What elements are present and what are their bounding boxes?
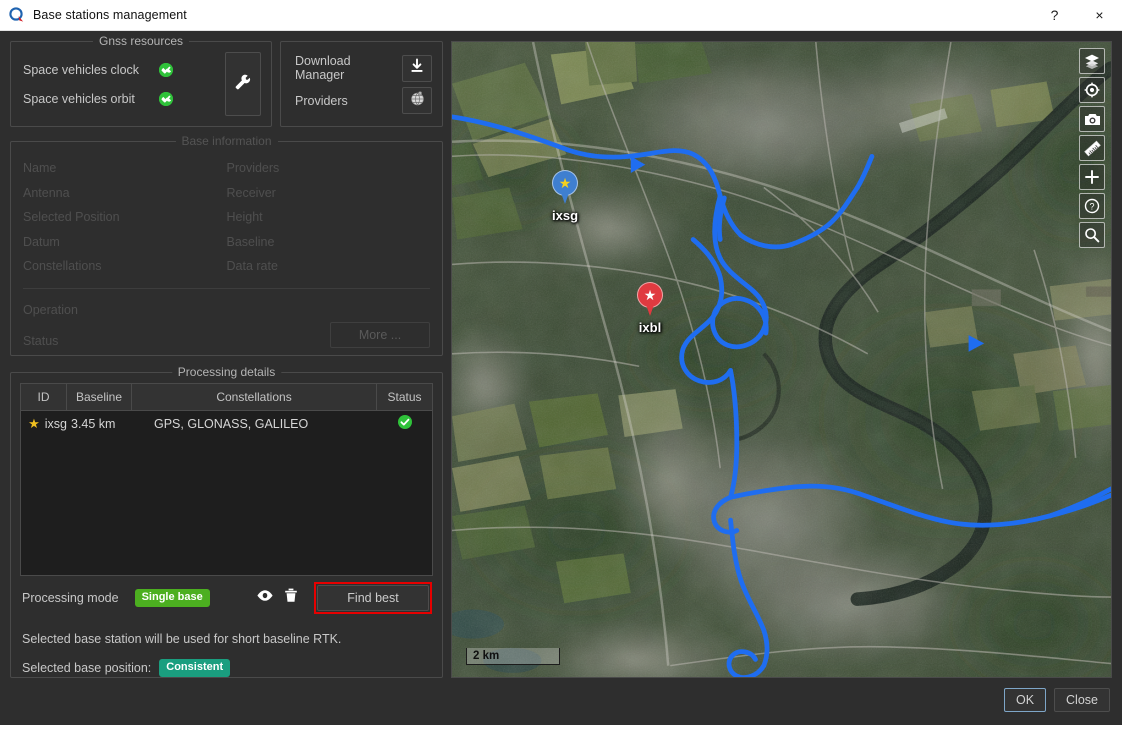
column-header-id[interactable]: ID <box>21 384 67 410</box>
svg-text:?: ? <box>1089 202 1094 212</box>
table-header-row: ID Baseline Constellations Status <box>21 384 432 411</box>
cell-status <box>377 415 432 432</box>
download-icon <box>409 58 425 79</box>
field-datum-label: Datum <box>23 234 60 249</box>
favorite-star-icon[interactable]: ★ <box>28 417 40 430</box>
find-best-button[interactable]: Find best <box>317 585 429 611</box>
download-manager-label: Download Manager <box>295 54 351 82</box>
field-height-label: Height <box>226 210 263 224</box>
field-providers-label: Providers <box>226 161 280 175</box>
field-antenna-label: Antenna <box>23 185 70 200</box>
selected-base-position-label: Selected base position: <box>22 661 152 675</box>
marker-star-icon-ixbl: ★ <box>643 287 657 303</box>
wrench-icon <box>234 73 252 96</box>
sv-orbit-label: Space vehicles orbit <box>23 91 135 106</box>
right-panel: ★ ixsg ★ ixbl ? 2 km <box>451 41 1112 678</box>
processing-details-group: Processing details ID Baseline Constella… <box>10 365 443 678</box>
sv-orbit-status-icon <box>159 91 173 106</box>
dialog-body: Gnss resources Space vehicles clock Spac… <box>0 31 1122 678</box>
top-row: Gnss resources Space vehicles clock Spac… <box>10 34 443 127</box>
ruler-icon[interactable] <box>1079 135 1105 161</box>
ok-button[interactable]: OK <box>1003 687 1047 712</box>
target-icon[interactable] <box>1079 77 1105 103</box>
downloads-group: Download Manager Providers <box>280 41 443 127</box>
map-marker-ixbl[interactable]: ★ ixbl <box>637 282 663 335</box>
providers-row: Providers <box>295 87 432 114</box>
base-stations-management-dialog: Base stations management ? × Gnss resour… <box>0 0 1122 725</box>
processing-details-title: Processing details <box>171 365 282 379</box>
trash-icon <box>284 588 298 608</box>
globe-icon <box>409 90 426 112</box>
field-status-label: Status <box>23 333 59 348</box>
map-view[interactable]: ★ ixsg ★ ixbl ? 2 km <box>451 41 1112 678</box>
titlebar: Base stations management ? × <box>0 0 1122 31</box>
map-toolbar: ? <box>1079 48 1105 248</box>
column-header-status[interactable]: Status <box>377 384 432 410</box>
sv-clock-label: Space vehicles clock <box>23 62 140 77</box>
search-icon[interactable] <box>1079 222 1105 248</box>
help-button[interactable]: ? <box>1032 0 1077 31</box>
field-operation-label: Operation <box>23 302 78 317</box>
gnss-resources-group: Gnss resources Space vehicles clock Spac… <box>10 34 272 127</box>
map-scale-bar: 2 km <box>466 648 560 665</box>
help-circle-icon[interactable]: ? <box>1079 193 1105 219</box>
qgis-logo-icon <box>9 7 25 23</box>
map-marker-label-ixbl: ixbl <box>638 320 662 335</box>
field-data-rate-label: Data rate <box>226 259 278 273</box>
download-manager-row: Download Manager <box>295 54 432 82</box>
base-information-group: Base information Name Providers Antenna … <box>10 134 443 357</box>
column-header-constellations[interactable]: Constellations <box>132 384 377 410</box>
sv-clock-status-icon <box>159 62 173 77</box>
gnss-settings-button[interactable] <box>225 52 261 116</box>
delete-base-button[interactable] <box>278 585 304 611</box>
preview-base-button[interactable] <box>252 585 278 611</box>
camera-icon[interactable] <box>1079 106 1105 132</box>
field-name-label: Name <box>23 161 57 175</box>
map-scale-label: 2 km <box>473 650 500 662</box>
column-header-baseline[interactable]: Baseline <box>67 384 132 410</box>
field-selected-position-label: Selected Position <box>23 210 120 224</box>
map-marker-label-ixsg: ixsg <box>551 208 579 223</box>
marker-star-icon-ixsg: ★ <box>558 175 572 191</box>
close-button[interactable]: Close <box>1054 687 1110 712</box>
plus-icon[interactable] <box>1079 164 1105 190</box>
map-satellite-imagery[interactable] <box>452 42 1111 678</box>
cell-id: ixsg <box>44 416 67 431</box>
processing-note: Selected base station will be used for s… <box>22 632 342 646</box>
dialog-footer: OK Close <box>0 678 1122 725</box>
selected-base-position-row: Selected base position: Consistent <box>22 659 433 677</box>
base-information-operation-block: Operation Status <box>23 295 330 357</box>
row-status-ok-icon <box>397 415 412 432</box>
field-constellations-label: Constellations <box>23 259 102 273</box>
cell-baseline: 3.45 km <box>71 416 116 431</box>
close-window-button[interactable]: × <box>1077 0 1122 31</box>
base-stations-table[interactable]: ID Baseline Constellations Status ★ ixsg… <box>20 383 433 576</box>
field-receiver-label: Receiver <box>226 185 276 200</box>
base-information-divider <box>23 287 430 289</box>
more-button[interactable]: More ... <box>330 321 430 348</box>
table-row[interactable]: ★ ixsg 3.45 km GPS, GLONASS, GALILEO <box>21 411 432 436</box>
map-marker-ixsg[interactable]: ★ ixsg <box>552 170 578 223</box>
eye-icon <box>256 589 274 607</box>
providers-button[interactable] <box>402 87 432 114</box>
selected-base-position-badge: Consistent <box>159 659 231 677</box>
base-information-fields: Name Providers Antenna Receiver Selected… <box>23 156 430 279</box>
gnss-row-sv-orbit: Space vehicles orbit <box>23 84 225 113</box>
left-panel: Gnss resources Space vehicles clock Spac… <box>10 34 443 678</box>
field-baseline-label: Baseline <box>226 234 275 249</box>
download-manager-button[interactable] <box>402 54 432 82</box>
processing-mode-row: Processing mode Single base Find best <box>20 580 433 616</box>
layers-icon[interactable] <box>1079 48 1105 74</box>
find-best-highlight: Find best <box>314 582 432 614</box>
providers-label: Providers <box>295 93 348 108</box>
gnss-row-sv-clock: Space vehicles clock <box>23 55 225 84</box>
processing-mode-label: Processing mode <box>22 591 119 605</box>
base-information-title: Base information <box>175 134 278 148</box>
window-title: Base stations management <box>33 8 187 22</box>
processing-mode-badge: Single base <box>134 589 210 607</box>
gnss-resources-title: Gnss resources <box>92 34 190 48</box>
cell-constellations: GPS, GLONASS, GALILEO <box>154 416 309 431</box>
gnss-resources-rows: Space vehicles clock Space vehicles orbi <box>23 55 225 113</box>
